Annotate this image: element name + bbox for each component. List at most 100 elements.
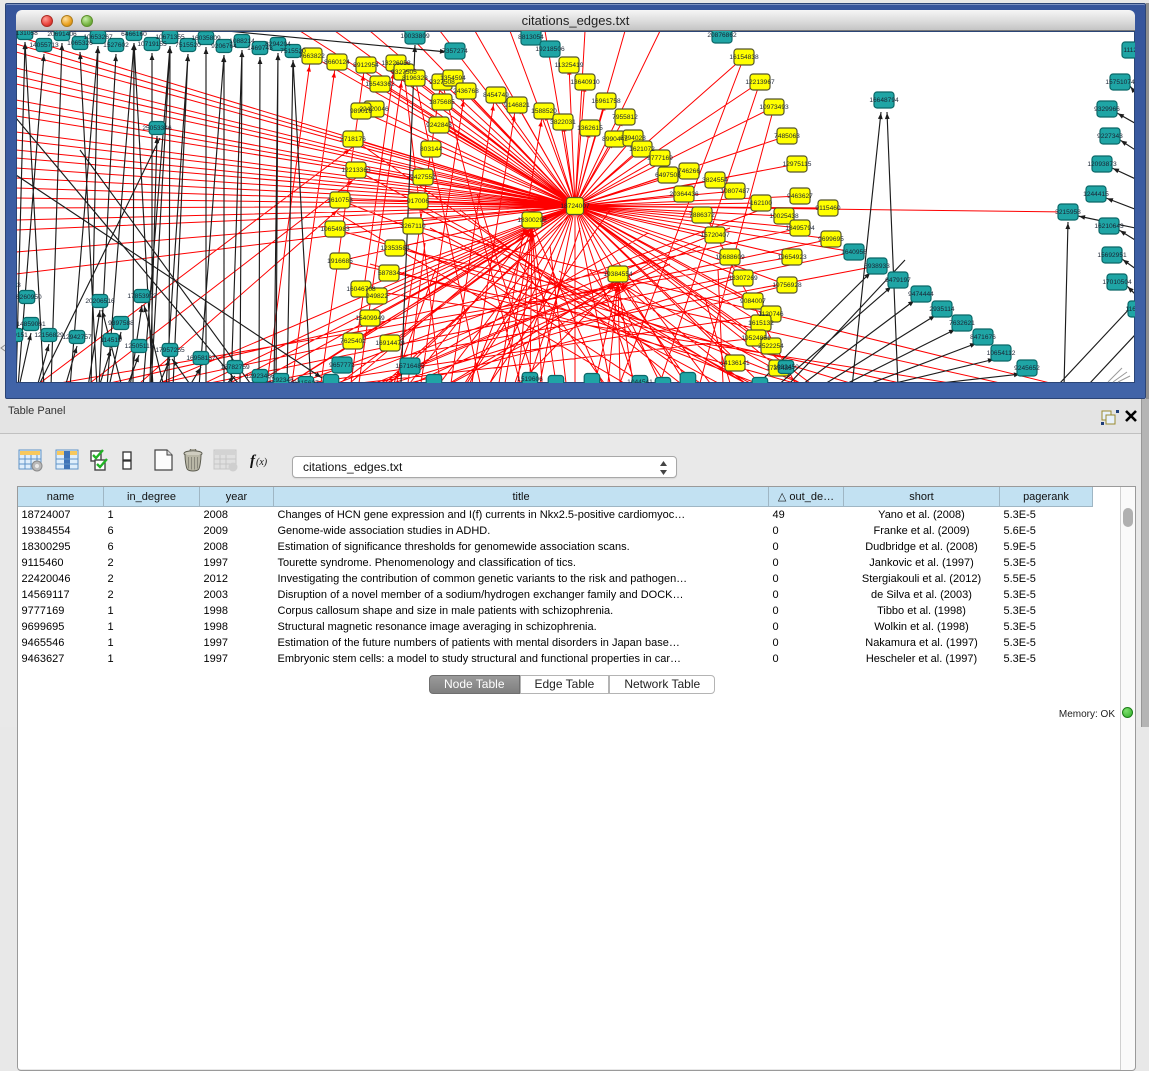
svg-text:8813054: 8813054 [518,34,544,41]
svg-text:12093873: 12093873 [1087,161,1117,168]
svg-text:16543362: 16543362 [365,81,395,88]
svg-text:1916685: 1916685 [327,258,353,265]
svg-text:17957255: 17957255 [155,347,185,354]
svg-text:7955812: 7955812 [612,114,638,121]
svg-text:17853993: 17853993 [127,293,157,300]
svg-text:6479197: 6479197 [885,277,911,284]
svg-text:16961758: 16961758 [591,98,621,105]
svg-text:15716485: 15716485 [395,363,425,370]
svg-text:7515520: 7515520 [175,42,201,49]
svg-text:746266: 746266 [678,168,700,175]
svg-text:8660124: 8660124 [324,59,350,66]
svg-text:10025438: 10025438 [769,213,799,220]
svg-text:10033809: 10033809 [400,33,430,40]
svg-text:1167534: 1167534 [1125,306,1135,313]
svg-text:(x): (x) [256,457,268,468]
svg-text:114519: 114519 [100,337,122,344]
svg-text:7632621: 7632621 [949,320,975,327]
svg-text:9415607: 9415607 [293,380,319,383]
svg-text:19524851: 19524851 [741,335,771,342]
svg-text:10688609: 10688609 [715,254,745,261]
svg-text:16035809: 16035809 [191,35,221,42]
svg-text:1365013: 1365013 [16,282,21,289]
svg-text:1939151: 1939151 [16,332,28,339]
svg-text:12213967: 12213967 [745,79,775,86]
svg-text:11122: 11122 [1123,47,1135,54]
svg-text:2436768: 2436768 [453,88,479,95]
svg-text:1588520: 1588520 [531,108,557,115]
svg-text:10719155: 10719155 [137,41,167,48]
svg-text:587834: 587834 [378,270,400,277]
svg-text:10807487: 10807487 [720,188,750,195]
svg-text:2522254: 2522254 [758,343,784,350]
svg-text:1640956: 1640956 [841,249,867,256]
svg-text:18307269: 18307269 [728,275,758,282]
svg-text:8471676: 8471676 [970,334,996,341]
svg-text:1092450: 1092450 [773,364,799,371]
svg-text:15751074: 15751074 [1105,79,1135,86]
svg-text:9131058: 9131058 [16,31,38,37]
svg-text:19384554: 19384554 [603,271,633,278]
svg-text:15692951: 15692951 [1097,252,1127,259]
svg-text:16648794: 16648794 [869,97,899,104]
svg-text:8938933: 8938933 [864,263,890,270]
svg-text:11325419: 11325419 [555,62,584,69]
svg-text:7886372: 7886372 [689,212,715,219]
svg-text:8912954: 8912954 [353,62,379,69]
svg-text:9699695: 9699695 [818,236,844,243]
svg-text:13640910: 13640910 [570,79,600,86]
svg-text:10973493: 10973493 [759,104,789,111]
svg-text:989016: 989016 [350,108,372,115]
svg-text:16782759: 16782759 [220,364,250,371]
svg-text:6466160: 6466160 [121,31,147,38]
svg-text:1527602: 1527602 [103,42,129,49]
svg-text:10654983: 10654983 [320,226,350,233]
svg-text:15720407: 15720407 [700,232,730,239]
svg-text:1362615: 1362615 [577,125,603,132]
svg-text:162100: 162100 [750,200,772,207]
svg-text:18300295: 18300295 [517,217,547,224]
svg-text:1615132: 1615132 [748,320,774,327]
svg-text:8454749: 8454749 [483,92,509,99]
svg-text:14136141: 14136141 [720,360,750,367]
svg-text:14055713: 14055713 [29,42,59,49]
svg-text:17010504: 17010504 [1102,279,1132,286]
svg-text:9115460: 9115460 [815,205,841,212]
svg-text:26260950: 26260950 [16,294,42,301]
svg-text:917006: 917006 [407,198,429,205]
svg-text:19218506: 19218506 [535,46,565,53]
svg-text:9463627: 9463627 [787,193,813,200]
svg-text:1875685: 1875685 [429,99,455,106]
svg-text:9084007: 9084007 [740,298,766,305]
svg-text:13226058: 13226058 [381,60,411,67]
svg-text:7625402: 7625402 [340,338,366,345]
svg-text:19756928: 19756928 [772,282,802,289]
svg-text:1610753: 1610753 [327,197,353,204]
svg-text:10653267: 10653267 [83,34,113,41]
svg-text:1354594: 1354594 [440,75,466,82]
svg-text:1244415: 1244415 [1083,191,1109,198]
svg-text:3822031: 3822031 [550,119,576,126]
svg-text:8294204: 8294204 [265,41,291,48]
svg-text:7485063: 7485063 [774,133,800,140]
svg-text:9242843: 9242843 [426,122,452,129]
svg-text:10671355: 10671355 [155,34,185,41]
svg-text:9227343: 9227343 [1097,133,1123,140]
svg-text:9777169: 9777169 [647,155,673,162]
svg-text:3824554: 3824554 [702,177,728,184]
svg-text:2718176: 2718176 [340,136,366,143]
svg-text:12505115: 12505115 [125,343,154,350]
svg-text:7663822: 7663822 [299,53,325,60]
svg-text:12213363: 12213363 [341,167,371,174]
svg-text:9397588: 9397588 [108,320,134,327]
svg-text:9474444: 9474444 [908,291,934,298]
svg-text:12156829: 12156829 [34,332,64,339]
svg-text:16914479: 16914479 [375,340,405,347]
svg-text:3215958: 3215958 [1055,209,1081,216]
svg-text:19654923: 19654923 [777,254,807,261]
svg-text:1621072: 1621072 [629,146,655,153]
svg-text:9657771: 9657771 [329,362,355,369]
svg-text:16046708: 16046708 [346,286,376,293]
svg-text:1120746: 1120746 [758,311,784,318]
svg-text:949822: 949822 [366,293,388,300]
